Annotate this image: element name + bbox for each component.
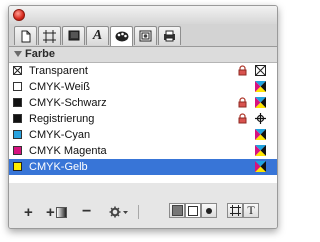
lock-icon bbox=[238, 65, 247, 79]
dot-fill-icon bbox=[206, 207, 212, 214]
registration-swatch-icon bbox=[13, 114, 22, 123]
no-color-mode-icon bbox=[255, 65, 266, 79]
yellow-swatch-icon bbox=[13, 162, 22, 171]
frame-fill-icon bbox=[188, 205, 198, 216]
section-header[interactable]: Farbe bbox=[9, 47, 277, 63]
magenta-swatch-icon bbox=[13, 146, 22, 155]
frame-icon[interactable] bbox=[38, 26, 61, 45]
palette-titlebar bbox=[9, 6, 277, 24]
color-row-cmyk-schwarz[interactable]: CMYK-Schwarz bbox=[9, 95, 277, 111]
shadow-mode-button[interactable] bbox=[201, 203, 217, 218]
lock-icon bbox=[238, 113, 247, 127]
cmyk-mode-icon bbox=[255, 97, 266, 111]
palette-footer: + + − T bbox=[9, 183, 277, 228]
solid-fill-icon bbox=[171, 205, 183, 216]
color-name: CMYK-Cyan bbox=[29, 129, 91, 141]
palette-tabs: A bbox=[9, 24, 277, 47]
box-frame-icon bbox=[229, 205, 241, 216]
frame-mode-button[interactable] bbox=[185, 203, 201, 218]
add-gradient-button[interactable]: + bbox=[46, 203, 67, 221]
character-glyph: A bbox=[92, 28, 103, 43]
toolbar-divider bbox=[138, 205, 139, 219]
text-mode-label: T bbox=[247, 203, 255, 217]
add-gradient-label: + bbox=[46, 203, 55, 221]
section-title: Farbe bbox=[25, 48, 55, 60]
color-row-cmyk-magenta[interactable]: CMYK Magenta bbox=[9, 143, 277, 159]
remove-color-button[interactable]: − bbox=[82, 203, 92, 220]
lock-icon bbox=[238, 97, 247, 111]
transparent-swatch-icon bbox=[13, 66, 22, 75]
remove-color-label: − bbox=[82, 203, 92, 220]
cmyk-mode-icon bbox=[255, 161, 266, 175]
cmyk-mode-icon bbox=[255, 129, 266, 143]
color-row-cmyk-weiss[interactable]: CMYK-Weiß bbox=[9, 79, 277, 95]
fill-mode-button[interactable] bbox=[169, 203, 185, 218]
cmyk-mode-icon bbox=[255, 145, 266, 159]
color-name: CMYK-Schwarz bbox=[29, 97, 107, 109]
gradient-icon bbox=[55, 206, 67, 218]
color-row-cmyk-gelb[interactable]: CMYK-Gelb bbox=[9, 159, 277, 175]
registration-mark-icon bbox=[255, 113, 266, 127]
box-color-mode-button[interactable] bbox=[227, 203, 243, 218]
add-color-button[interactable]: + bbox=[24, 203, 33, 221]
color-list: Transparent CMYK-Weiß CMYK-Schwarz Regis… bbox=[9, 63, 277, 184]
print-icon[interactable] bbox=[158, 26, 181, 45]
color-row-registrierung[interactable]: Registrierung bbox=[9, 111, 277, 127]
box-icon[interactable] bbox=[62, 26, 85, 45]
colors-palette: A Farbe Transparent CMYK-Weiß CMYK-Schwa… bbox=[8, 5, 278, 229]
disclosure-triangle-icon[interactable] bbox=[14, 51, 22, 57]
gear-icon bbox=[109, 206, 128, 218]
cyan-swatch-icon bbox=[13, 130, 22, 139]
text-color-mode-button[interactable]: T bbox=[243, 203, 259, 218]
color-row-transparent[interactable]: Transparent bbox=[9, 63, 277, 79]
cmyk-mode-icon bbox=[255, 81, 266, 95]
black-swatch-icon bbox=[13, 98, 22, 107]
color-name: CMYK-Gelb bbox=[29, 161, 88, 173]
color-row-cmyk-cyan[interactable]: CMYK-Cyan bbox=[9, 127, 277, 143]
page-icon[interactable] bbox=[14, 26, 37, 45]
add-color-label: + bbox=[24, 203, 33, 221]
character-icon[interactable]: A bbox=[86, 26, 109, 45]
action-menu-button[interactable] bbox=[109, 205, 131, 219]
color-name: Registrierung bbox=[29, 113, 95, 125]
color-name: CMYK-Weiß bbox=[29, 81, 90, 93]
close-icon[interactable] bbox=[13, 9, 25, 21]
image-icon[interactable] bbox=[134, 26, 157, 45]
color-name: Transparent bbox=[29, 65, 88, 77]
white-swatch-icon bbox=[13, 82, 22, 91]
color-palette-icon[interactable] bbox=[110, 26, 133, 46]
color-name: CMYK Magenta bbox=[29, 145, 107, 157]
